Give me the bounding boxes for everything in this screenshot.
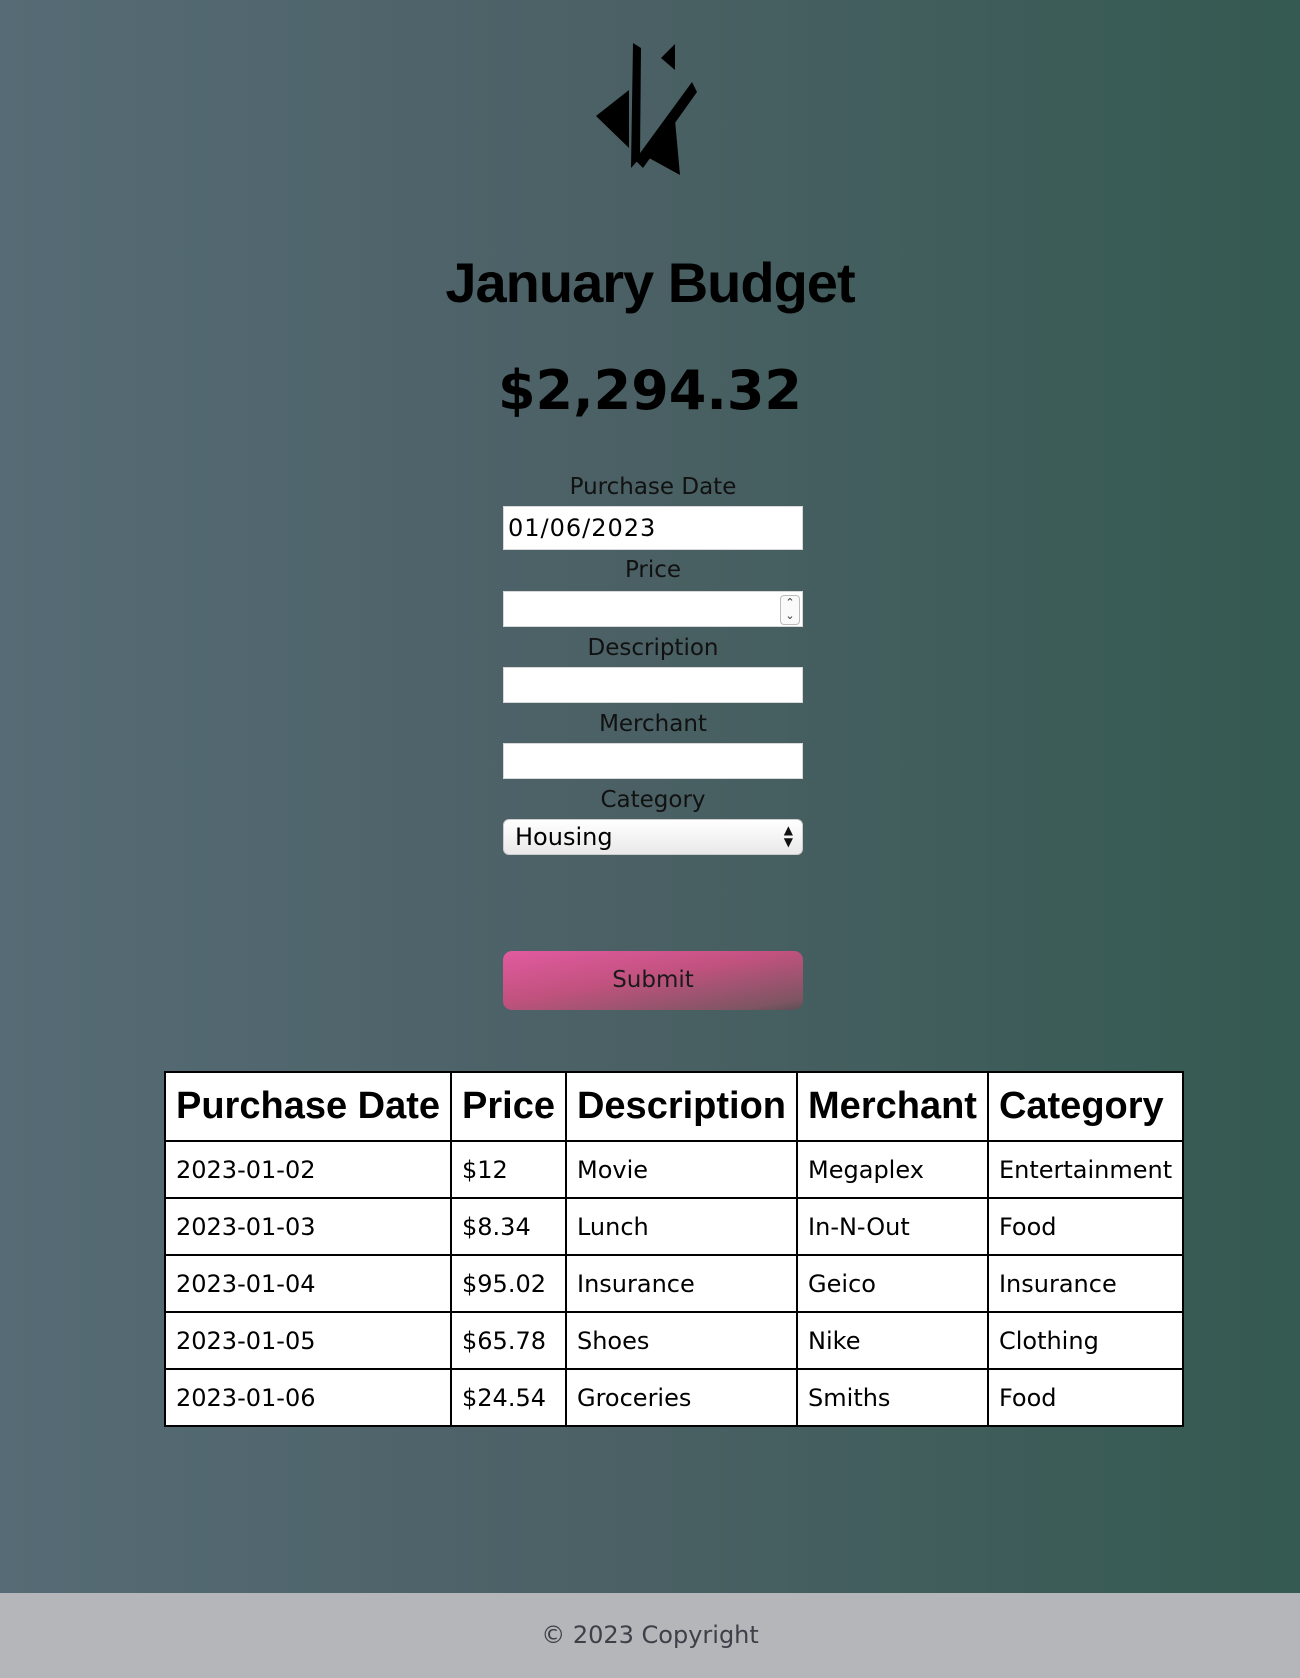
copyright-text: © 2023 Copyright [541, 1621, 759, 1649]
purchase-date-label: Purchase Date [569, 474, 737, 500]
category-select[interactable]: Housing ▲ ▼ [503, 819, 803, 855]
table-cell: Groceries [564, 1368, 799, 1427]
table-cell: Entertainment [986, 1140, 1185, 1199]
table-cell: Megaplex [796, 1140, 989, 1199]
column-header-description: Description [564, 1071, 799, 1142]
table-row: 2023-01-05 $65.78 Shoes Nike Clothing [163, 1311, 1185, 1370]
table-row: 2023-01-03 $8.34 Lunch In-N-Out Food [163, 1197, 1185, 1256]
submit-button[interactable]: Submit [503, 951, 803, 1010]
description-label: Description [587, 635, 719, 661]
table-cell: 2023-01-03 [163, 1197, 453, 1256]
column-header-merchant: Merchant [796, 1071, 989, 1142]
table-row: 2023-01-02 $12 Movie Megaplex Entertainm… [163, 1140, 1185, 1199]
budget-total: $2,294.32 [497, 359, 803, 422]
category-label: Category [600, 787, 706, 813]
chevron-up-icon[interactable]: ⌃ [781, 596, 799, 609]
purchase-form: Purchase Date 01/06/2023 Price ⌃ ⌄ Descr… [503, 468, 803, 855]
price-label: Price [624, 557, 682, 583]
table-cell: Insurance [986, 1254, 1185, 1313]
table-cell: $8.34 [450, 1197, 567, 1256]
column-header-purchase-date: Purchase Date [163, 1071, 453, 1142]
description-input[interactable] [503, 667, 803, 703]
footer: © 2023 Copyright [0, 1593, 1300, 1678]
table-cell: Movie [564, 1140, 799, 1199]
table-cell: $24.54 [450, 1368, 567, 1427]
column-header-category: Category [986, 1071, 1185, 1142]
merchant-input[interactable] [503, 743, 803, 779]
table-cell: Shoes [564, 1311, 799, 1370]
table-cell: Lunch [564, 1197, 799, 1256]
table-cell: Food [986, 1197, 1185, 1256]
table-cell: $95.02 [450, 1254, 567, 1313]
table-cell: Geico [796, 1254, 989, 1313]
lightning-logo-icon [596, 43, 697, 175]
price-stepper[interactable]: ⌃ ⌄ [780, 595, 800, 625]
select-arrows-icon: ▲ ▼ [783, 823, 793, 849]
table-cell: 2023-01-05 [163, 1311, 453, 1370]
page-title: January Budget [445, 251, 855, 314]
table-cell: Insurance [564, 1254, 799, 1313]
table-cell: Food [986, 1368, 1185, 1427]
purchase-date-input[interactable]: 01/06/2023 [503, 506, 803, 550]
table-cell: 2023-01-02 [163, 1140, 453, 1199]
chevron-down-icon[interactable]: ⌄ [781, 609, 799, 622]
table-row: 2023-01-06 $24.54 Groceries Smiths Food [163, 1368, 1185, 1427]
table-cell: In-N-Out [796, 1197, 989, 1256]
table-cell: $65.78 [450, 1311, 567, 1370]
table-cell: $12 [450, 1140, 567, 1199]
category-selected-value: Housing [515, 823, 613, 851]
purchases-table: Purchase Date Price Description Merchant… [163, 1071, 1185, 1427]
table-cell: 2023-01-04 [163, 1254, 453, 1313]
price-input[interactable]: ⌃ ⌄ [503, 591, 803, 627]
column-header-price: Price [450, 1071, 567, 1142]
table-cell: Clothing [986, 1311, 1185, 1370]
table-cell: Nike [796, 1311, 989, 1370]
merchant-label: Merchant [599, 711, 707, 737]
table-cell: Smiths [796, 1368, 989, 1427]
table-row: 2023-01-04 $95.02 Insurance Geico Insura… [163, 1254, 1185, 1313]
table-header-row: Purchase Date Price Description Merchant… [163, 1071, 1185, 1142]
table-cell: 2023-01-06 [163, 1368, 453, 1427]
